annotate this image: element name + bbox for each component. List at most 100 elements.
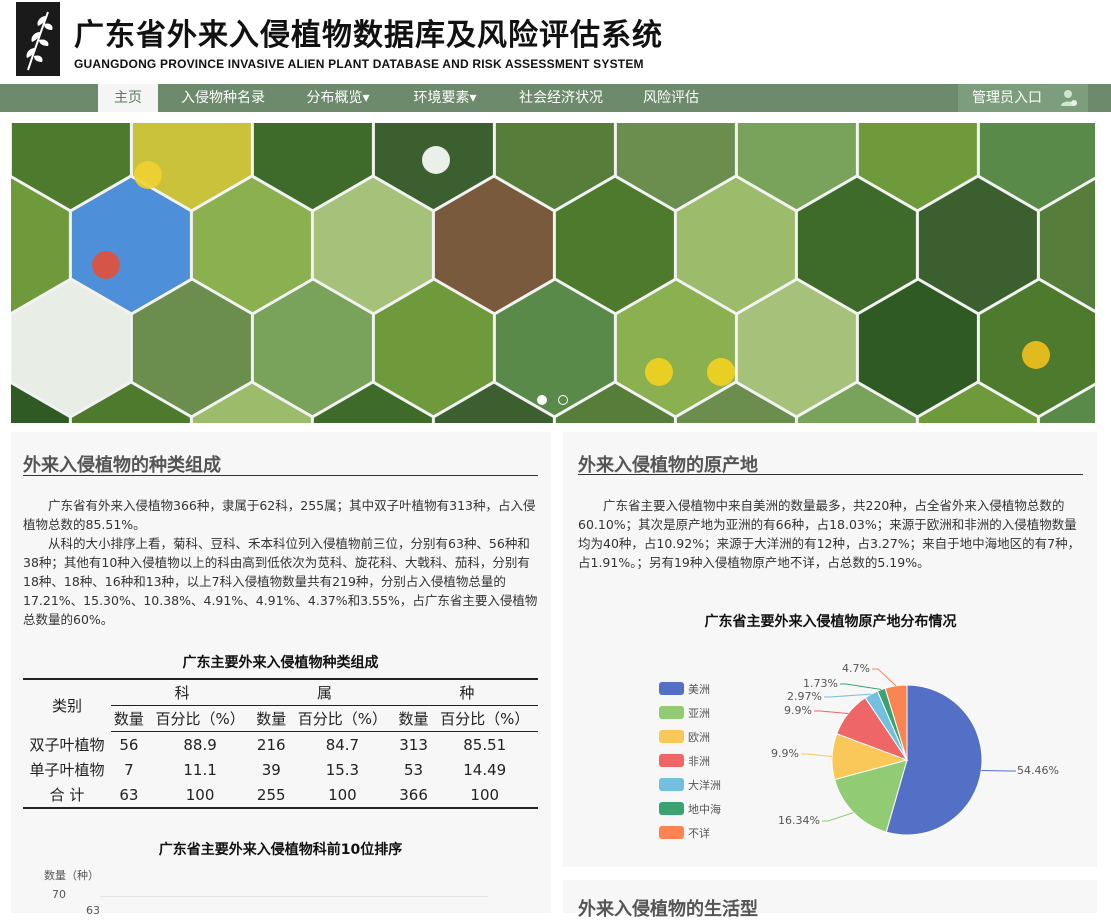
family-ranking-chart-title: 广东省主要外来入侵植物科前10位排序: [158, 842, 403, 858]
pie-slice-label: 2.97%: [787, 690, 822, 703]
table-subheader-count: 数量: [111, 705, 147, 732]
table-subheader-count: 数量: [395, 705, 432, 732]
legend-swatch: [659, 826, 684, 839]
legend-label: 欧洲: [688, 731, 710, 744]
table-cell: 313: [399, 735, 428, 754]
species-table-title: 广东主要外来入侵植物种类组成: [182, 655, 379, 671]
admin-login-label: 管理员入口: [972, 90, 1042, 106]
pie-slice-label: 9.9%: [771, 747, 799, 760]
table-cell: 366: [395, 782, 432, 809]
species-section-title: 外来入侵植物的种类组成: [23, 455, 221, 476]
pie-leader-line: [814, 710, 849, 714]
family-chart-gridline: [100, 896, 488, 897]
pie-slice-label: 54.46%: [1017, 764, 1059, 777]
table-cell: 双子叶植物: [29, 735, 105, 754]
nav-item-risk-assessment[interactable]: 风险评估: [630, 84, 712, 112]
nav-item-species-list[interactable]: 入侵物种名录: [168, 84, 278, 112]
pie-leader-line: [801, 753, 833, 757]
table-row: 单子叶植物 7 11.1 39 15.3 53 14.49: [23, 757, 538, 782]
table-cell: 单子叶植物: [29, 761, 105, 779]
pie-leader-line: [824, 693, 872, 698]
table-header-family: 科: [111, 678, 254, 706]
nav-item-distribution[interactable]: 分布概览▾: [292, 84, 384, 112]
plant-logo-icon: [16, 2, 60, 76]
family-chart-ylabel: 数量（种）: [44, 869, 99, 882]
legend-label: 亚洲: [688, 707, 710, 720]
admin-login-button[interactable]: 管理员入口: [958, 84, 1088, 112]
table-cell: 100: [431, 782, 538, 809]
table-subheader-pct: 百分比（%）: [289, 705, 396, 732]
legend-swatch: [659, 778, 684, 791]
pie-slice-label: 9.9%: [784, 704, 812, 717]
carousel-dot-2[interactable]: [558, 395, 568, 405]
table-cell: 100: [289, 782, 396, 809]
legend-swatch: [659, 682, 684, 695]
table-cell: 85.51: [463, 735, 507, 754]
pie-leader-line: [872, 668, 897, 687]
table-cell: 63: [111, 782, 147, 809]
pie-slice-label: 4.7%: [842, 662, 870, 675]
species-paragraph-2: 从科的大小排序上看，菊科、豆科、禾本科位列入侵植物前三位，分别有63种、56种和…: [23, 536, 538, 627]
table-subheader-count: 数量: [253, 705, 290, 732]
nav-item-socioeconomic[interactable]: 社会经济状况: [506, 84, 616, 112]
table-cell: 合 计: [23, 782, 111, 809]
main-nav: 主页 入侵物种名录 分布概览▾ 环境要素▾ 社会经济状况 风险评估 管理员入口: [0, 84, 1111, 112]
species-title-divider: [23, 475, 538, 476]
banner-flower-accent: [1022, 341, 1050, 369]
site-header: 广东省外来入侵植物数据库及风险评估系统 GUANGDONG PROVINCE I…: [0, 0, 1111, 84]
table-header-category: 类别: [23, 678, 111, 732]
banner-flower-accent: [645, 358, 673, 386]
family-chart-ytick: 70: [52, 888, 66, 901]
banner-flower-accent: [134, 161, 162, 189]
banner-flower-accent: [92, 251, 120, 279]
table-row-total: 合 计 63 100 255 100 366 100: [23, 782, 538, 809]
user-icon: [1061, 90, 1077, 106]
nav-item-environment[interactable]: 环境要素▾: [400, 84, 490, 112]
legend-swatch: [659, 706, 684, 719]
plant-photo-mosaic: [11, 123, 1095, 423]
legend-label: 大洋洲: [688, 779, 721, 792]
table-cell: 53: [404, 760, 424, 779]
legend-label: 不详: [688, 827, 710, 840]
table-cell: 39: [261, 760, 281, 779]
table-subheader-pct: 百分比（%）: [431, 705, 538, 732]
site-logo[interactable]: [16, 2, 60, 76]
banner-flower-accent: [422, 146, 450, 174]
nav-item-home[interactable]: 主页: [98, 84, 158, 112]
banner-carousel[interactable]: [11, 123, 1095, 423]
table-cell: 100: [146, 782, 254, 809]
table-cell: 216: [256, 735, 286, 754]
legend-label: 非洲: [688, 755, 710, 768]
table-cell: 11.1: [183, 760, 217, 779]
origin-title-divider: [578, 474, 1083, 475]
legend-label: 地中海: [688, 803, 721, 816]
carousel-dot-1[interactable]: [537, 395, 547, 405]
table-cell: 255: [253, 782, 290, 809]
table-cell: 7: [124, 760, 134, 779]
family-chart-bar-label: 63: [86, 904, 100, 917]
legend-swatch: [659, 802, 684, 815]
table-header-genus: 属: [253, 678, 396, 706]
table-cell: 14.49: [463, 760, 507, 779]
pie-slice-label: 1.73%: [803, 677, 838, 690]
species-paragraph-1: 广东省有外来入侵植物366种，隶属于62科，255属；其中双子叶植物有313种，…: [23, 498, 536, 532]
pie-slice-label: 16.34%: [778, 814, 820, 827]
site-subtitle: GUANGDONG PROVINCE INVASIVE ALIEN PLANT …: [74, 57, 644, 71]
table-subheader-pct: 百分比（%）: [146, 705, 254, 732]
origin-chart-title: 广东省主要外来入侵植物原产地分布情况: [704, 614, 957, 630]
table-header-species: 种: [395, 678, 538, 706]
table-cell: 84.7: [325, 735, 360, 754]
pie-leader-line: [981, 770, 1016, 772]
legend-swatch: [659, 730, 684, 743]
pie-leader-line: [822, 812, 854, 822]
site-title: 广东省外来入侵植物数据库及风险评估系统: [74, 18, 663, 53]
table-row: 双子叶植物 56 88.9 216 84.7 313 85.51: [23, 732, 538, 758]
pie-leader-line: [840, 683, 882, 690]
legend-swatch: [659, 754, 684, 767]
legend-label: 美洲: [688, 683, 710, 696]
table-cell: 88.9: [183, 735, 217, 754]
origin-paragraph: 广东省主要入侵植物中来自美洲的数量最多，共220种，占全省外来入侵植物总数的60…: [578, 498, 1081, 570]
lifeform-section-title: 外来入侵植物的生活型: [578, 899, 758, 920]
table-cell: 15.3: [325, 760, 360, 779]
banner-flower-accent: [707, 358, 735, 386]
